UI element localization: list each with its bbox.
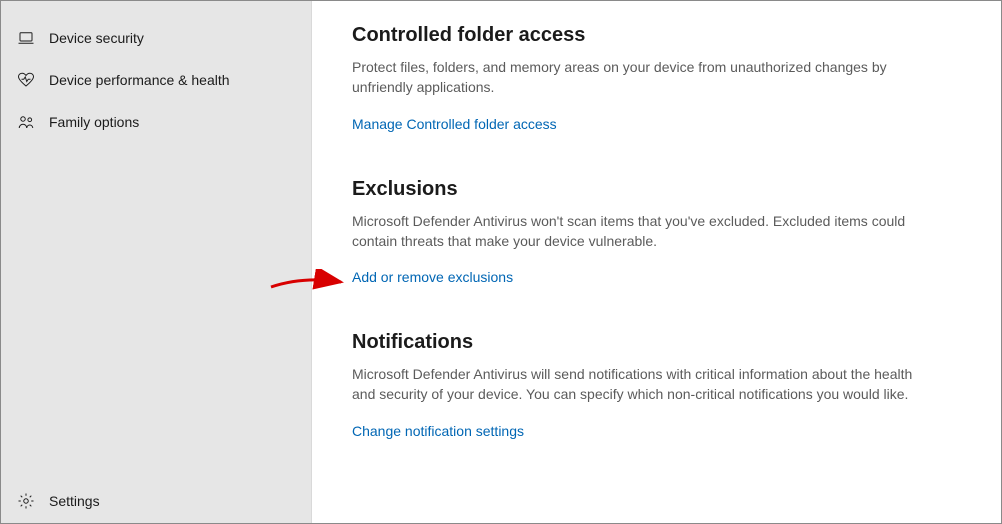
family-icon bbox=[17, 113, 35, 131]
heart-icon bbox=[17, 71, 35, 89]
sidebar-item-label: Family options bbox=[49, 114, 139, 130]
add-or-remove-exclusions-link[interactable]: Add or remove exclusions bbox=[352, 269, 513, 285]
sidebar: Device security Device performance & hea… bbox=[1, 1, 312, 523]
settings-button[interactable]: Settings bbox=[1, 479, 311, 523]
section-title: Controlled folder access bbox=[352, 24, 961, 47]
sidebar-item-device-performance-health[interactable]: Device performance & health bbox=[1, 59, 311, 101]
exclusions-section: Exclusions Microsoft Defender Antivirus … bbox=[352, 178, 961, 286]
controlled-folder-access-section: Controlled folder access Protect files, … bbox=[352, 24, 961, 132]
section-description: Protect files, folders, and memory areas… bbox=[352, 57, 922, 98]
sidebar-item-label: Device performance & health bbox=[49, 72, 230, 88]
main-content: Controlled folder access Protect files, … bbox=[312, 1, 1001, 523]
laptop-icon bbox=[17, 29, 35, 47]
sidebar-item-family-options[interactable]: Family options bbox=[1, 101, 311, 143]
sidebar-list: Device security Device performance & hea… bbox=[1, 17, 311, 479]
manage-controlled-folder-access-link[interactable]: Manage Controlled folder access bbox=[352, 116, 557, 132]
section-title: Notifications bbox=[352, 331, 961, 354]
notifications-section: Notifications Microsoft Defender Antivir… bbox=[352, 331, 961, 439]
gear-icon bbox=[17, 492, 35, 510]
settings-label: Settings bbox=[49, 493, 100, 509]
sidebar-item-label: Device security bbox=[49, 30, 144, 46]
section-description: Microsoft Defender Antivirus won't scan … bbox=[352, 211, 922, 252]
sidebar-bottom: Settings bbox=[1, 479, 311, 523]
section-title: Exclusions bbox=[352, 178, 961, 201]
section-description: Microsoft Defender Antivirus will send n… bbox=[352, 364, 922, 405]
change-notification-settings-link[interactable]: Change notification settings bbox=[352, 423, 524, 439]
sidebar-item-device-security[interactable]: Device security bbox=[1, 17, 311, 59]
